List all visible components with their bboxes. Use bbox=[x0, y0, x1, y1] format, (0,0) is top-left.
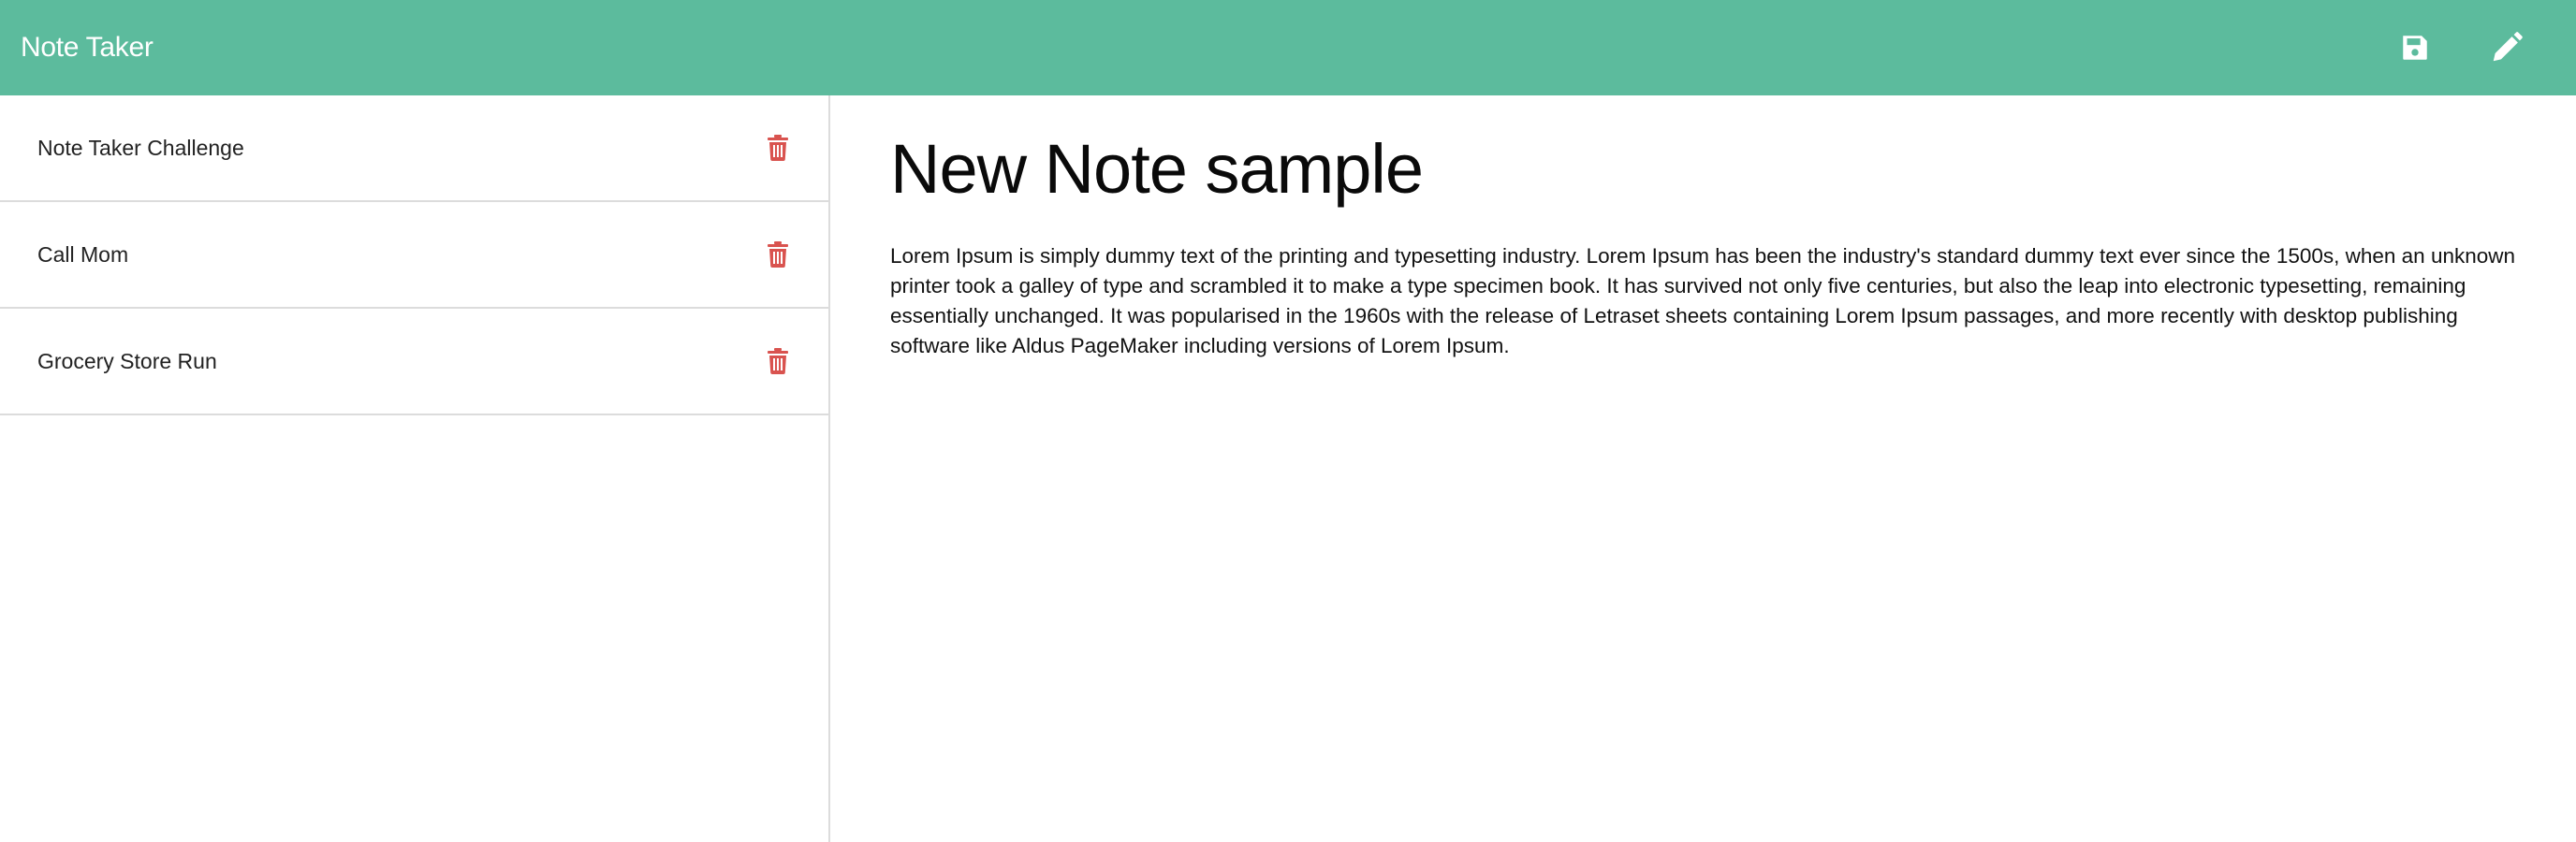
nav-actions bbox=[2391, 23, 2531, 72]
note-list-item-title: Note Taker Challenge bbox=[37, 135, 244, 160]
note-editor: New Note sample Lorem Ipsum is simply du… bbox=[832, 95, 2576, 842]
trash-icon bbox=[768, 348, 788, 374]
notes-sidebar: Note Taker Challenge Call Mom Grocery St… bbox=[0, 95, 830, 842]
pencil-icon bbox=[2493, 32, 2523, 62]
new-note-button[interactable] bbox=[2482, 23, 2531, 72]
note-list-item[interactable]: Note Taker Challenge bbox=[0, 95, 828, 202]
note-body-textarea[interactable]: Lorem Ipsum is simply dummy text of the … bbox=[890, 241, 2542, 361]
delete-note-button[interactable] bbox=[765, 240, 791, 269]
app-title[interactable]: Note Taker bbox=[21, 32, 154, 64]
delete-note-button[interactable] bbox=[765, 346, 791, 376]
save-note-button[interactable] bbox=[2391, 23, 2439, 72]
note-list-item-title: Call Mom bbox=[37, 241, 129, 267]
note-list-item-title: Grocery Store Run bbox=[37, 348, 217, 373]
delete-note-button[interactable] bbox=[765, 133, 791, 163]
trash-icon bbox=[768, 241, 788, 268]
floppy-disk-icon bbox=[2403, 36, 2427, 60]
note-list-item[interactable]: Grocery Store Run bbox=[0, 309, 828, 415]
note-list-item[interactable]: Call Mom bbox=[0, 202, 828, 309]
trash-icon bbox=[768, 135, 788, 161]
note-title-input[interactable]: New Note sample bbox=[890, 129, 2538, 209]
navbar: Note Taker bbox=[0, 0, 2576, 95]
